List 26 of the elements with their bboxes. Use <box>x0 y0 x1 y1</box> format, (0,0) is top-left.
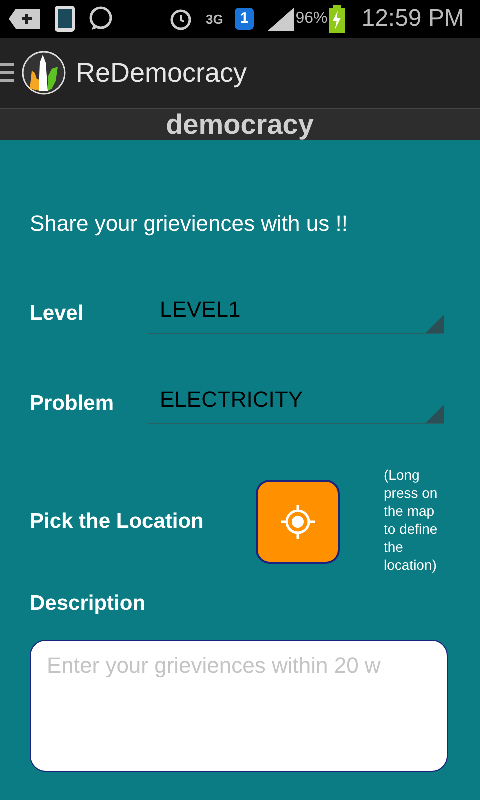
menu-icon[interactable] <box>0 62 16 84</box>
app-title: ReDemocracy <box>76 56 248 90</box>
battery-percent: 96% <box>296 9 328 29</box>
signal-icon <box>266 6 296 32</box>
dropdown-corner-icon <box>426 405 444 423</box>
sim-badge: 1 <box>235 8 254 30</box>
network-type: 3G <box>206 12 224 26</box>
location-hint: (Long press on the map to define the location) <box>384 466 439 574</box>
field-label: Level <box>30 301 85 327</box>
crosshair-icon <box>280 504 316 540</box>
app-logo-icon[interactable] <box>22 51 66 95</box>
description-field[interactable]: Enter your grieviences within 20 w <box>30 640 448 772</box>
chat-icon <box>88 6 114 32</box>
field-label: Pick the Location <box>30 509 205 536</box>
dropdown[interactable]: LEVEL1 <box>148 294 444 334</box>
add-icon <box>8 7 42 31</box>
banner-heading: democracy <box>166 109 314 140</box>
locate-button[interactable] <box>256 480 340 564</box>
phone-icon <box>54 5 76 33</box>
clock-time: 12:59 PM <box>362 4 464 34</box>
dropdown-corner-icon <box>426 315 444 333</box>
battery-charging-icon <box>328 5 346 33</box>
field-label: Problem <box>30 391 116 417</box>
dropdown[interactable]: ELECTRICITY <box>148 384 444 424</box>
field-label: Description <box>30 591 146 617</box>
intro-text: Share your grieviences with us !! <box>30 210 348 238</box>
